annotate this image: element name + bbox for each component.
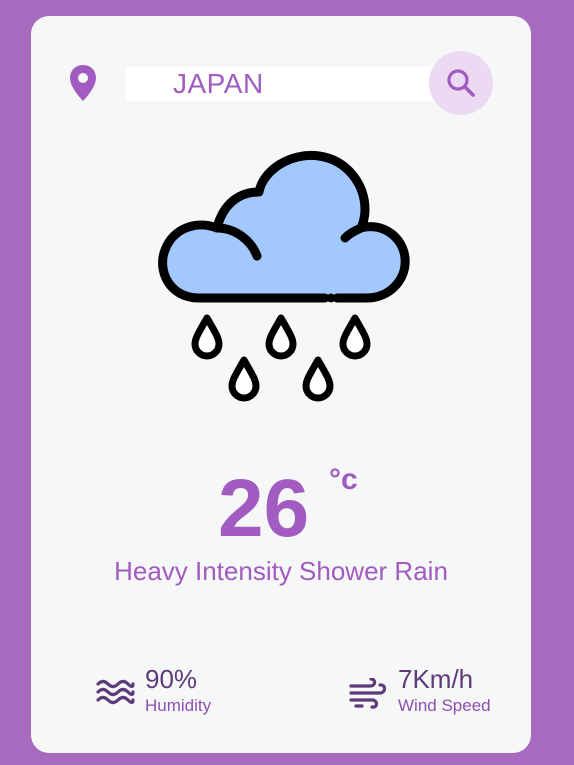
weather-card: 26 °c Heavy Intensity Shower Rain 90% Hu…	[31, 16, 531, 753]
search-input[interactable]	[125, 67, 467, 101]
wind-value: 7Km/h	[398, 664, 474, 694]
weather-description: Heavy Intensity Shower Rain	[114, 556, 448, 586]
waves-icon	[96, 679, 135, 705]
temperature-display: 26 °c	[31, 464, 531, 554]
temperature-value: 26	[218, 463, 310, 554]
search-bar	[67, 51, 495, 115]
humidity-label: Humidity	[145, 696, 212, 715]
search-button[interactable]	[429, 51, 493, 115]
humidity-value: 90%	[145, 664, 198, 694]
wind-icon	[349, 678, 387, 709]
rain-cloud-icon	[158, 150, 410, 402]
temperature-unit: °c	[329, 463, 358, 496]
magnifier-icon	[447, 69, 475, 97]
map-pin-icon	[70, 65, 96, 101]
wind-label: Wind Speed	[398, 696, 491, 715]
